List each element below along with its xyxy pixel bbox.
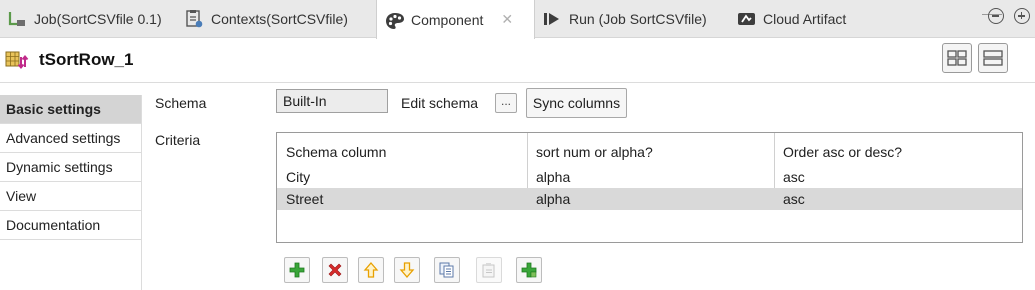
order-cell[interactable]: asc — [774, 166, 805, 188]
nav-item-advanced-settings[interactable]: Advanced settings — [0, 124, 141, 153]
grid-layout-icon — [947, 50, 967, 66]
run-icon — [543, 10, 561, 28]
minimize-icon[interactable] — [988, 8, 1004, 24]
tab-contexts-label: Contexts(SortCSVfile) — [211, 11, 348, 27]
add-icon — [289, 262, 305, 278]
edit-schema-button[interactable]: ... — [495, 93, 517, 113]
nav-item-dynamic-settings[interactable]: Dynamic settings — [0, 153, 141, 182]
tab-bar: Job(SortCSVfile 0.1) Contexts(SortCSVfil… — [0, 0, 1035, 39]
tab-job[interactable]: Job(SortCSVfile 0.1) — [8, 0, 162, 38]
push-icon — [521, 262, 537, 278]
schema-label: Schema — [155, 95, 207, 111]
page-title: tSortRow_1 — [39, 50, 134, 69]
move-up-button[interactable] — [358, 257, 384, 283]
job-icon — [8, 10, 26, 28]
order-cell[interactable]: asc — [774, 188, 805, 210]
add-button[interactable] — [284, 257, 310, 283]
tab-cloud-artifact-label: Cloud Artifact — [763, 11, 847, 27]
copy-icon — [439, 262, 454, 278]
contexts-icon — [185, 10, 203, 28]
schema-column-cell[interactable]: City — [277, 166, 310, 188]
close-icon[interactable]: ✕ — [501, 11, 513, 28]
sort-type-cell[interactable]: alpha — [527, 188, 570, 210]
column-header-order[interactable]: Order asc or desc? — [774, 139, 902, 165]
nav-item-documentation[interactable]: Documentation — [0, 211, 141, 240]
tab-run-label: Run (Job SortCSVfile) — [569, 11, 707, 27]
paste-icon — [482, 263, 495, 278]
copy-button[interactable] — [434, 257, 460, 283]
schema-column-cell[interactable]: Street — [277, 188, 323, 210]
schema-type-select[interactable]: Built-In — [276, 89, 388, 113]
table-header-row: Schema column sort num or alpha? Order a… — [277, 139, 1022, 165]
criteria-label: Criteria — [155, 132, 201, 148]
tab-run[interactable]: Run (Job SortCSVfile) — [543, 0, 707, 38]
table-row[interactable]: Street alpha asc — [277, 188, 1022, 210]
tab-component-label: Component — [411, 11, 484, 28]
maximize-icon[interactable] — [1014, 8, 1030, 24]
move-down-button[interactable] — [394, 257, 420, 283]
settings-nav: Basic settings Advanced settings Dynamic… — [0, 95, 142, 290]
column-header-sort-type[interactable]: sort num or alpha? — [527, 139, 653, 165]
list-layout-button[interactable] — [978, 43, 1008, 73]
criteria-table: Schema column sort num or alpha? Order a… — [276, 132, 1023, 243]
push-button[interactable] — [516, 257, 542, 283]
tab-contexts[interactable]: Contexts(SortCSVfile) — [185, 0, 348, 38]
move-down-icon — [399, 262, 415, 278]
palette-icon — [385, 11, 404, 29]
sync-columns-button[interactable]: Sync columns — [526, 88, 627, 118]
remove-button[interactable] — [322, 257, 348, 283]
column-header-schema-column[interactable]: Schema column — [277, 139, 386, 165]
table-row[interactable]: City alpha asc — [277, 166, 1022, 188]
cloud-artifact-icon — [737, 10, 755, 28]
remove-icon — [328, 263, 342, 277]
paste-button[interactable] — [476, 257, 502, 283]
component-title-bar: tSortRow_1 — [0, 39, 1035, 83]
tab-cloud-artifact[interactable]: Cloud Artifact — [737, 0, 846, 38]
sort-row-component-icon — [5, 51, 29, 71]
list-layout-icon — [983, 50, 1003, 66]
nav-item-basic-settings[interactable]: Basic settings — [0, 95, 141, 124]
nav-item-view[interactable]: View — [0, 182, 141, 211]
tab-job-label: Job(SortCSVfile 0.1) — [34, 11, 162, 27]
move-up-icon — [363, 262, 379, 278]
grid-layout-button[interactable] — [942, 43, 972, 73]
sort-type-cell[interactable]: alpha — [527, 166, 570, 188]
tab-component[interactable]: Component ✕ — [376, 0, 535, 39]
edit-schema-label: Edit schema — [401, 95, 479, 111]
